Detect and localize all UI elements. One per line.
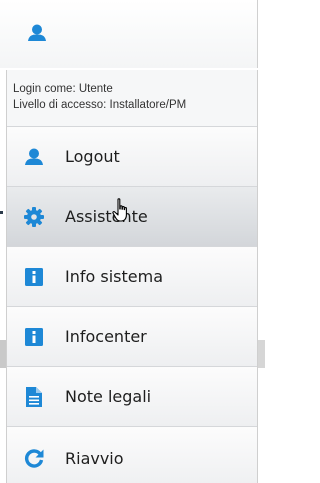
menu-item-note-legali[interactable]: Note legali — [7, 366, 257, 426]
menu-item-riavvio[interactable]: Riavvio — [7, 426, 257, 483]
menu-item-label: Riavvio — [65, 448, 124, 468]
document-icon — [23, 386, 45, 408]
menu-item-info-sistema[interactable]: Info sistema — [7, 246, 257, 306]
background-page-fragment — [258, 340, 265, 368]
info-icon — [23, 326, 45, 348]
user-icon — [23, 146, 45, 168]
stage: Login come: Utente Livello di accesso: I… — [0, 0, 265, 483]
menu-item-logout[interactable]: Logout — [7, 126, 257, 186]
info-icon — [23, 266, 45, 288]
user-dropdown-menu: Login come: Utente Livello di accesso: I… — [6, 70, 258, 483]
menu-item-label: Assistente — [65, 207, 148, 226]
menu-item-label: Note legali — [65, 387, 152, 406]
menu-item-label: Info sistema — [65, 267, 163, 286]
login-as-text: Login come: Utente — [13, 83, 113, 95]
background-page-fragment — [0, 211, 3, 214]
menu-item-label: Logout — [65, 147, 120, 166]
menu-item-infocenter[interactable]: Infocenter — [7, 306, 257, 366]
refresh-icon — [23, 447, 45, 469]
menu-item-assistente[interactable]: Assistente — [7, 186, 257, 246]
login-info: Login come: Utente Livello di accesso: I… — [7, 70, 257, 126]
user-menu-toggle[interactable] — [0, 0, 258, 68]
user-icon — [27, 24, 47, 46]
gear-icon — [23, 206, 45, 228]
access-level-text: Livello di accesso: Installatore/PM — [13, 99, 187, 111]
menu-item-label: Infocenter — [65, 327, 147, 346]
